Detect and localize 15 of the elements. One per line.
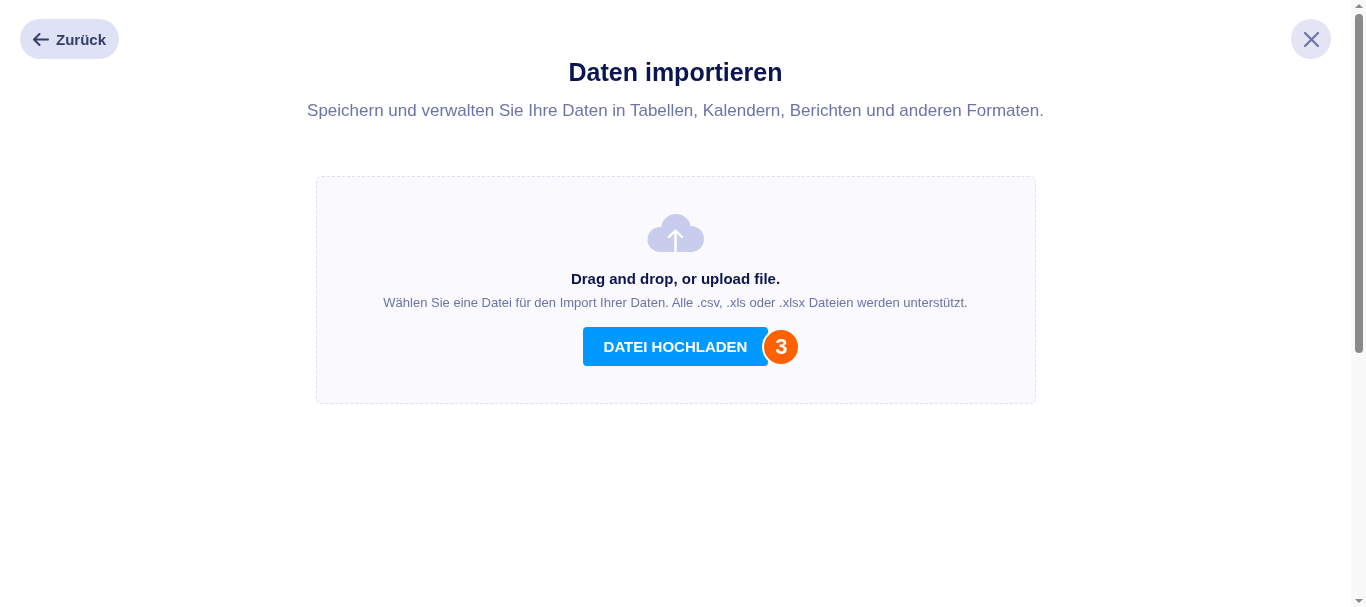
page-subtitle: Speichern und verwalten Sie Ihre Daten in Tabellen, Kalendern, Berichten und anderen Formaten. [307,100,1044,122]
scrollbar-thumb[interactable] [1354,14,1363,353]
scroll-up-icon[interactable] [1354,4,1363,8]
scroll-down-icon[interactable] [1354,599,1363,603]
cloud-upload-icon [647,214,704,252]
close-button[interactable] [1291,19,1331,59]
close-icon [1303,31,1319,47]
dropzone-card[interactable]: Drag and drop, or upload file. Wählen Sie eine Datei für den Import Ihrer Daten. Alle .csv, .xls oder .xlsx Dateien werden unterstützt. DATEI HOCHLADEN 3 [315,176,1036,404]
step-number-badge: 3 [762,327,801,366]
page-title: Daten importieren [568,57,783,87]
scrollbar[interactable] [1351,0,1366,607]
dropzone-description: Wählen Sie eine Datei für den Import Ihrer Daten. Alle .csv, .xls oder .xlsx Dateien werden unterstützt. [383,294,968,312]
arrow-left-icon [32,32,49,46]
dropzone-heading: Drag and drop, or upload file. [570,269,781,289]
back-button[interactable]: Zurück [20,19,119,59]
